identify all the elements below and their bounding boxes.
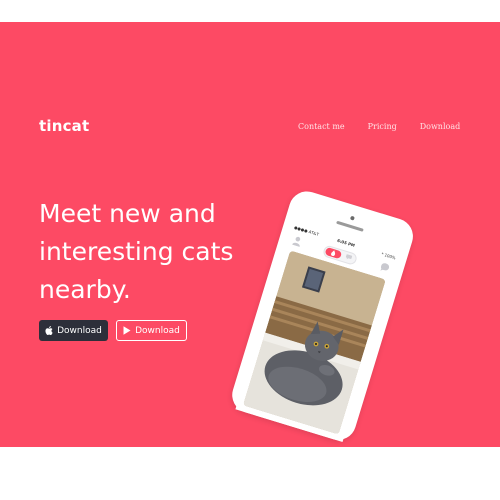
messages-icon[interactable] bbox=[379, 262, 390, 273]
headline-line-1: Meet new and bbox=[39, 199, 216, 228]
phone-speaker bbox=[336, 220, 364, 232]
app-store-download-button[interactable]: Download bbox=[39, 320, 108, 341]
toggle-knob bbox=[324, 246, 343, 260]
play-icon bbox=[123, 326, 131, 335]
flame-icon bbox=[331, 250, 336, 257]
app-store-download-label: Download bbox=[57, 325, 102, 336]
hero-headline: Meet new and interesting cats nearby. bbox=[39, 195, 269, 309]
headline-line-2: interesting cats bbox=[39, 237, 234, 266]
apple-icon bbox=[45, 326, 53, 335]
play-store-download-button[interactable]: Download bbox=[116, 320, 187, 341]
profile-icon[interactable] bbox=[292, 235, 303, 247]
play-store-download-label: Download bbox=[135, 325, 180, 336]
nav-pricing-link[interactable]: Pricing bbox=[368, 122, 397, 131]
brand-logo[interactable]: tincat bbox=[39, 117, 89, 135]
phone-camera bbox=[349, 215, 355, 221]
hero-section: tincat Contact me Pricing Download Meet … bbox=[0, 22, 500, 447]
headline-line-3: nearby. bbox=[39, 275, 131, 304]
main-nav: Contact me Pricing Download bbox=[298, 122, 460, 131]
nav-contact-link[interactable]: Contact me bbox=[298, 122, 345, 131]
nav-download-link[interactable]: Download bbox=[420, 122, 461, 131]
chat-icon bbox=[345, 254, 353, 260]
